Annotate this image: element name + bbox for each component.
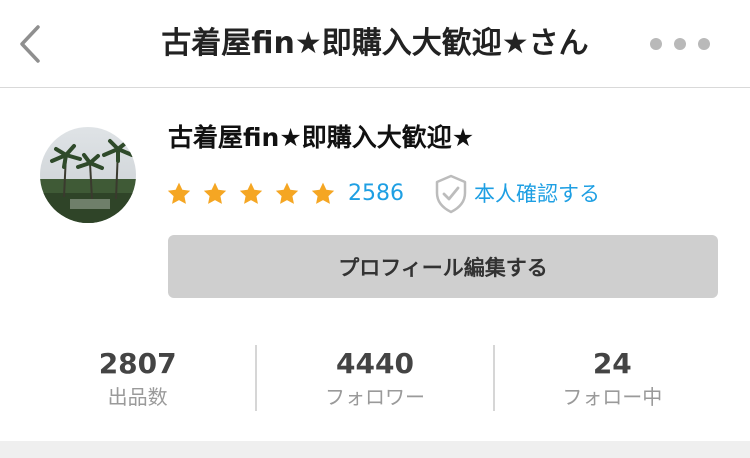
avatar[interactable]	[40, 127, 136, 223]
rating-count-link[interactable]: 2586	[348, 176, 404, 212]
star-icon	[311, 182, 335, 204]
more-horizontal-icon	[674, 38, 686, 50]
stat-value: 24	[592, 347, 632, 380]
top-navigation-bar: 古着屋fin★即購入大歓迎★さん	[0, 0, 750, 88]
stat-value: 2807	[98, 347, 177, 380]
palm-trees-photo	[40, 127, 136, 223]
profile-name: 古着屋fin★即購入大歓迎★	[168, 123, 475, 152]
stat-following[interactable]: 24 フォロー中	[495, 345, 730, 411]
star-icon	[203, 182, 227, 204]
identity-verify-link[interactable]: 本人確認する	[434, 174, 600, 214]
stat-followers[interactable]: 4440 フォロワー	[257, 345, 492, 411]
stats-bar: 2807 出品数 4440 フォロワー 24 フォロー中	[20, 345, 730, 411]
more-options-button[interactable]	[650, 34, 710, 54]
stat-label: 出品数	[107, 385, 168, 409]
star-icon	[239, 182, 263, 204]
more-horizontal-icon	[650, 38, 662, 50]
star-icon	[167, 182, 191, 204]
back-button[interactable]	[12, 22, 48, 66]
page-title: 古着屋fin★即購入大歓迎★さん	[161, 26, 589, 61]
star-icon	[275, 182, 299, 204]
stat-label: フォロワー	[324, 385, 425, 409]
stat-listings[interactable]: 2807 出品数	[20, 345, 255, 411]
stat-value: 4440	[336, 347, 414, 380]
shield-check-icon	[435, 174, 467, 214]
chevron-left-icon[interactable]	[18, 24, 42, 64]
rating-row[interactable]: 2586 本人確認する	[166, 174, 600, 214]
stat-label: フォロー中	[562, 385, 663, 409]
edit-profile-button[interactable]: プロフィール編集する	[168, 235, 718, 298]
verify-label: 本人確認する	[474, 182, 600, 206]
more-horizontal-icon	[698, 38, 710, 50]
section-separator	[0, 441, 750, 458]
